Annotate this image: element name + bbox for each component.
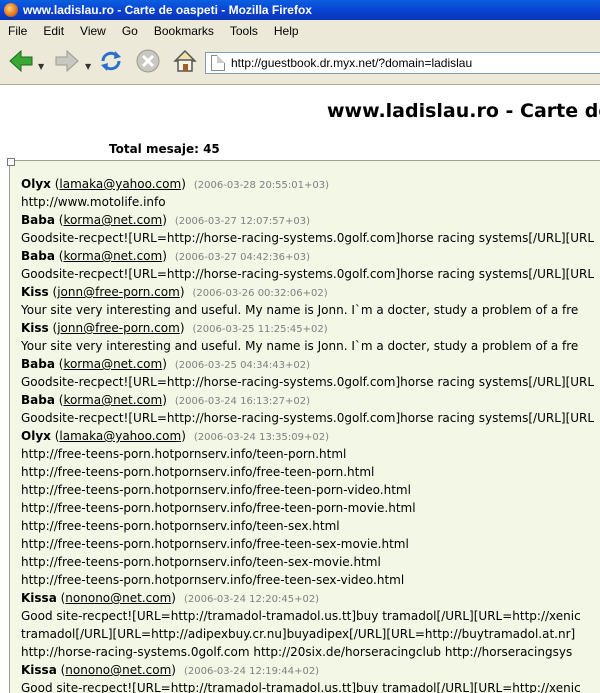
entry-author: Kiss [21,321,49,335]
entry-message-line: tramadol[/URL][URL=http://adipexbuy.cr.n… [21,627,576,641]
entry-message-line: http://free-teens-porn.hotpornserv.info/… [21,465,375,479]
navigation-toolbar: ▼ ▼ [0,42,600,85]
entry-header: Kiss (jonn@free-porn.com) (2006-03-26 00:… [21,285,328,299]
entry-date: (2006-03-24 12:19:44+02) [183,666,320,677]
entry-date: (2006-03-24 16:13:27+02) [174,396,311,407]
window-title: www.ladislau.ro - Carte de oaspeti - Moz… [23,3,312,17]
entry-header: Olyx (lamaka@yahoo.com) (2006-03-28 20:55… [21,177,330,191]
resize-handle [7,158,15,166]
page-icon [211,55,225,71]
entry-message-line: Your site very interesting and useful. M… [21,303,579,317]
guestbook-panel: Olyx (lamaka@yahoo.com) (2006-03-28 20:55… [7,158,600,693]
back-arrow-icon[interactable] [8,48,34,74]
menu-view[interactable]: View [72,24,114,38]
entry-date: (2006-03-24 13:35:09+02) [193,432,330,443]
entry-date: (2006-03-27 12:07:57+03) [174,216,311,227]
entry-message-line: http://www.motolife.info [21,195,166,209]
stop-icon[interactable] [135,48,161,74]
entry-date: (2006-03-27 04:42:36+03) [174,252,311,263]
entry-author: Baba [21,249,55,263]
entry-author: Kissa [21,591,57,605]
entry-message-line: http://free-teens-porn.hotpornserv.info/… [21,501,416,515]
entry-author: Kiss [21,285,49,299]
menu-edit[interactable]: Edit [35,24,72,38]
entry-header: Baba (korma@net.com) (2006-03-27 04:42:36… [21,249,311,263]
entry-email-link[interactable]: lamaka@yahoo.com [59,429,181,443]
entry-email-link[interactable]: lamaka@yahoo.com [59,177,181,191]
entry-message-line: Goodsite-recpect![URL=http://horse-racin… [21,231,595,245]
entry-message-line: http://horse-racing-systems.0golf.com ht… [21,645,573,659]
entry-author: Olyx [21,177,51,191]
menu-file[interactable]: File [0,24,35,38]
url-input[interactable] [231,56,591,70]
entry-message-line: Your site very interesting and useful. M… [21,339,579,353]
address-bar[interactable] [205,52,600,74]
entry-email-link[interactable]: korma@net.com [63,249,162,263]
menu-go[interactable]: Go [114,24,146,38]
menu-help[interactable]: Help [266,24,307,38]
entry-author: Baba [21,357,55,371]
entry-email-link[interactable]: korma@net.com [63,357,162,371]
entry-email-link[interactable]: nonono@net.com [65,663,171,677]
entry-email-link[interactable]: jonn@free-porn.com [57,285,180,299]
entry-message-line: Goodsite-recpect![URL=http://horse-racin… [21,375,595,389]
entry-header: Kissa (nonono@net.com) (2006-03-24 12:20:… [21,591,320,605]
entry-message-line: http://free-teens-porn.hotpornserv.info/… [21,537,409,551]
entry-header: Olyx (lamaka@yahoo.com) (2006-03-24 13:35… [21,429,330,443]
entry-message-line: http://free-teens-porn.hotpornserv.info/… [21,555,381,569]
entry-header: Kiss (jonn@free-porn.com) (2006-03-25 11:… [21,321,328,335]
entry-message-line: Goodsite-recpect![URL=http://horse-racin… [21,411,595,425]
entry-header: Baba (korma@net.com) (2006-03-27 12:07:57… [21,213,311,227]
entry-email-link[interactable]: korma@net.com [63,213,162,227]
page-title: www.ladislau.ro - Carte de [327,100,600,122]
entry-date: (2006-03-28 20:55:01+03) [193,180,330,191]
entry-author: Olyx [21,429,51,443]
entry-date: (2006-03-24 12:20:45+02) [183,594,320,605]
entry-message-line: Good site-recpect![URL=http://tramadol-t… [21,681,581,693]
entry-email-link[interactable]: nonono@net.com [65,591,171,605]
menu-bookmarks[interactable]: Bookmarks [146,24,222,38]
forward-dropdown-icon[interactable]: ▼ [85,62,91,71]
reload-icon[interactable] [98,48,124,74]
entry-email-link[interactable]: korma@net.com [63,393,162,407]
guestbook-entries: Olyx (lamaka@yahoo.com) (2006-03-28 20:55… [21,175,600,693]
entry-author: Baba [21,213,55,227]
entry-date: (2006-03-25 04:34:43+02) [174,360,311,371]
entry-message-line: Goodsite-recpect![URL=http://horse-racin… [21,267,595,281]
entry-author: Baba [21,393,55,407]
entry-message-line: http://free-teens-porn.hotpornserv.info/… [21,447,347,461]
firefox-icon [4,3,18,17]
entry-header: Baba (korma@net.com) (2006-03-25 04:34:43… [21,357,311,371]
entry-date: (2006-03-25 11:25:45+02) [192,324,328,335]
entry-message-line: Good site-recpect![URL=http://tramadol-t… [21,609,581,623]
entry-message-line: http://free-teens-porn.hotpornserv.info/… [21,483,411,497]
menu-bar: File Edit View Go Bookmarks Tools Help [0,20,600,42]
home-icon[interactable] [172,48,198,74]
menu-tools[interactable]: Tools [222,24,266,38]
window-titlebar: www.ladislau.ro - Carte de oaspeti - Moz… [0,0,600,20]
entry-date: (2006-03-26 00:32:06+02) [192,288,328,299]
entry-email-link[interactable]: jonn@free-porn.com [57,321,180,335]
entry-message-line: http://free-teens-porn.hotpornserv.info/… [21,519,340,533]
total-messages: Total mesaje: 45 [109,142,220,156]
forward-arrow-icon[interactable] [54,48,80,74]
back-dropdown-icon[interactable]: ▼ [38,62,44,71]
page-content: www.ladislau.ro - Carte de Total mesaje:… [0,85,600,693]
entry-header: Kissa (nonono@net.com) (2006-03-24 12:19:… [21,663,320,677]
entry-author: Kissa [21,663,57,677]
entry-header: Baba (korma@net.com) (2006-03-24 16:13:27… [21,393,311,407]
entry-message-line: http://free-teens-porn.hotpornserv.info/… [21,573,405,587]
